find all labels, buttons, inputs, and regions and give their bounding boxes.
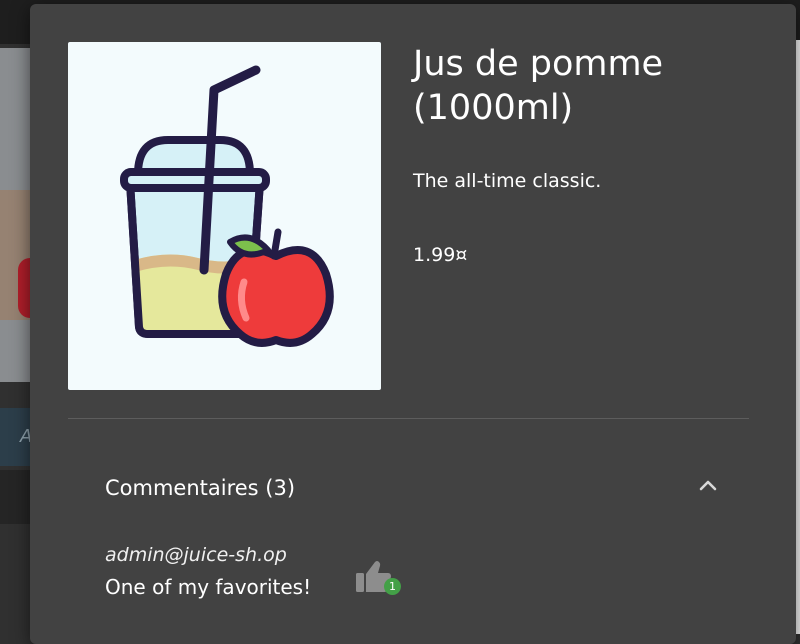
review-item: admin@juice-sh.op One of my favorites! 1 bbox=[105, 538, 525, 608]
background-product-card bbox=[0, 48, 34, 382]
reviews-expansion-header[interactable]: Commentaires (3) bbox=[68, 456, 749, 520]
review-author: admin@juice-sh.op bbox=[105, 544, 287, 566]
background-card-actions bbox=[0, 470, 34, 524]
background-card-footer: A bbox=[0, 408, 34, 466]
reviews-title: Commentaires (3) bbox=[105, 476, 296, 500]
product-image bbox=[68, 42, 381, 390]
chevron-up-icon[interactable] bbox=[696, 474, 720, 498]
product-description: The all-time classic. bbox=[413, 170, 602, 192]
review-text: One of my favorites! bbox=[105, 575, 312, 599]
product-title: Jus de pomme (1000ml) bbox=[413, 44, 664, 128]
product-price: 1.99¤ bbox=[413, 244, 468, 266]
apple-juice-illustration bbox=[120, 65, 334, 347]
product-details-dialog: Jus de pomme (1000ml) The all-time class… bbox=[30, 4, 796, 644]
divider bbox=[68, 418, 749, 419]
like-review-button[interactable]: 1 bbox=[354, 558, 401, 598]
like-count-badge: 1 bbox=[384, 578, 401, 595]
